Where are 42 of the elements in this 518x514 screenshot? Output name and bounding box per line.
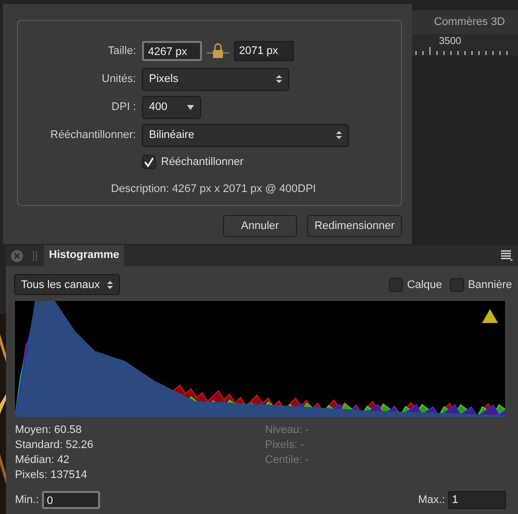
field-label: Unités: (100, 73, 136, 85)
stepper-icon (107, 280, 113, 290)
channel-select[interactable]: Tous les canaux (14, 274, 120, 295)
caret-icon (187, 104, 194, 110)
stepper-icon (276, 74, 282, 84)
height-field[interactable]: 2071 px (234, 41, 294, 61)
width-field[interactable]: 4267 px (142, 41, 202, 61)
checkbox[interactable] (142, 155, 156, 169)
panel-tab[interactable]: Histogramme (44, 245, 124, 266)
resize-button[interactable]: Redimensionner (307, 215, 402, 237)
stat-text: Niveau: - (265, 423, 310, 438)
lock-icon[interactable] (207, 43, 229, 59)
field-label: Taille: (106, 45, 136, 57)
resample-select[interactable]: Bilinéaire (142, 124, 349, 146)
stat-text: Standard: 52.26 (15, 438, 94, 453)
stat-text: Pixels: - (265, 438, 306, 453)
grip-icon[interactable] (33, 250, 37, 260)
max-field[interactable]: 1 (448, 491, 506, 509)
ruler-label: 3500 (439, 36, 462, 47)
stepper-icon (336, 130, 342, 140)
stat-text: Centile: - (265, 453, 310, 468)
stat-text: Médian: 42 (15, 453, 70, 468)
field-label: DPI : (110, 101, 136, 113)
checkbox-label: Rééchantillonner (161, 156, 244, 168)
max-label: Max.: (418, 494, 445, 506)
min-label: Min.: (15, 494, 39, 506)
stat-text: Moyen: 60.58 (15, 423, 83, 438)
check-icon (144, 157, 154, 167)
checkbox[interactable] (389, 278, 404, 292)
checkbox-label: Bannière (468, 278, 512, 290)
close-icon[interactable] (11, 250, 23, 262)
document-tab[interactable]: Commères 3D (412, 10, 518, 34)
min-field[interactable]: 0 (42, 491, 100, 509)
description-text: Description: 4267 px x 2071 px @ 400DPI (110, 183, 317, 195)
units-select[interactable]: Pixels (142, 68, 289, 90)
menu-icon[interactable] (501, 250, 513, 261)
dpi-select[interactable]: 400 (142, 96, 201, 118)
checkbox-label: Calque (407, 278, 442, 290)
checkbox[interactable] (450, 278, 464, 292)
cancel-button[interactable]: Annuler (223, 215, 297, 237)
stat-text: Pixels: 137514 (15, 468, 88, 483)
field-label: Rééchantillonner: (49, 129, 136, 141)
